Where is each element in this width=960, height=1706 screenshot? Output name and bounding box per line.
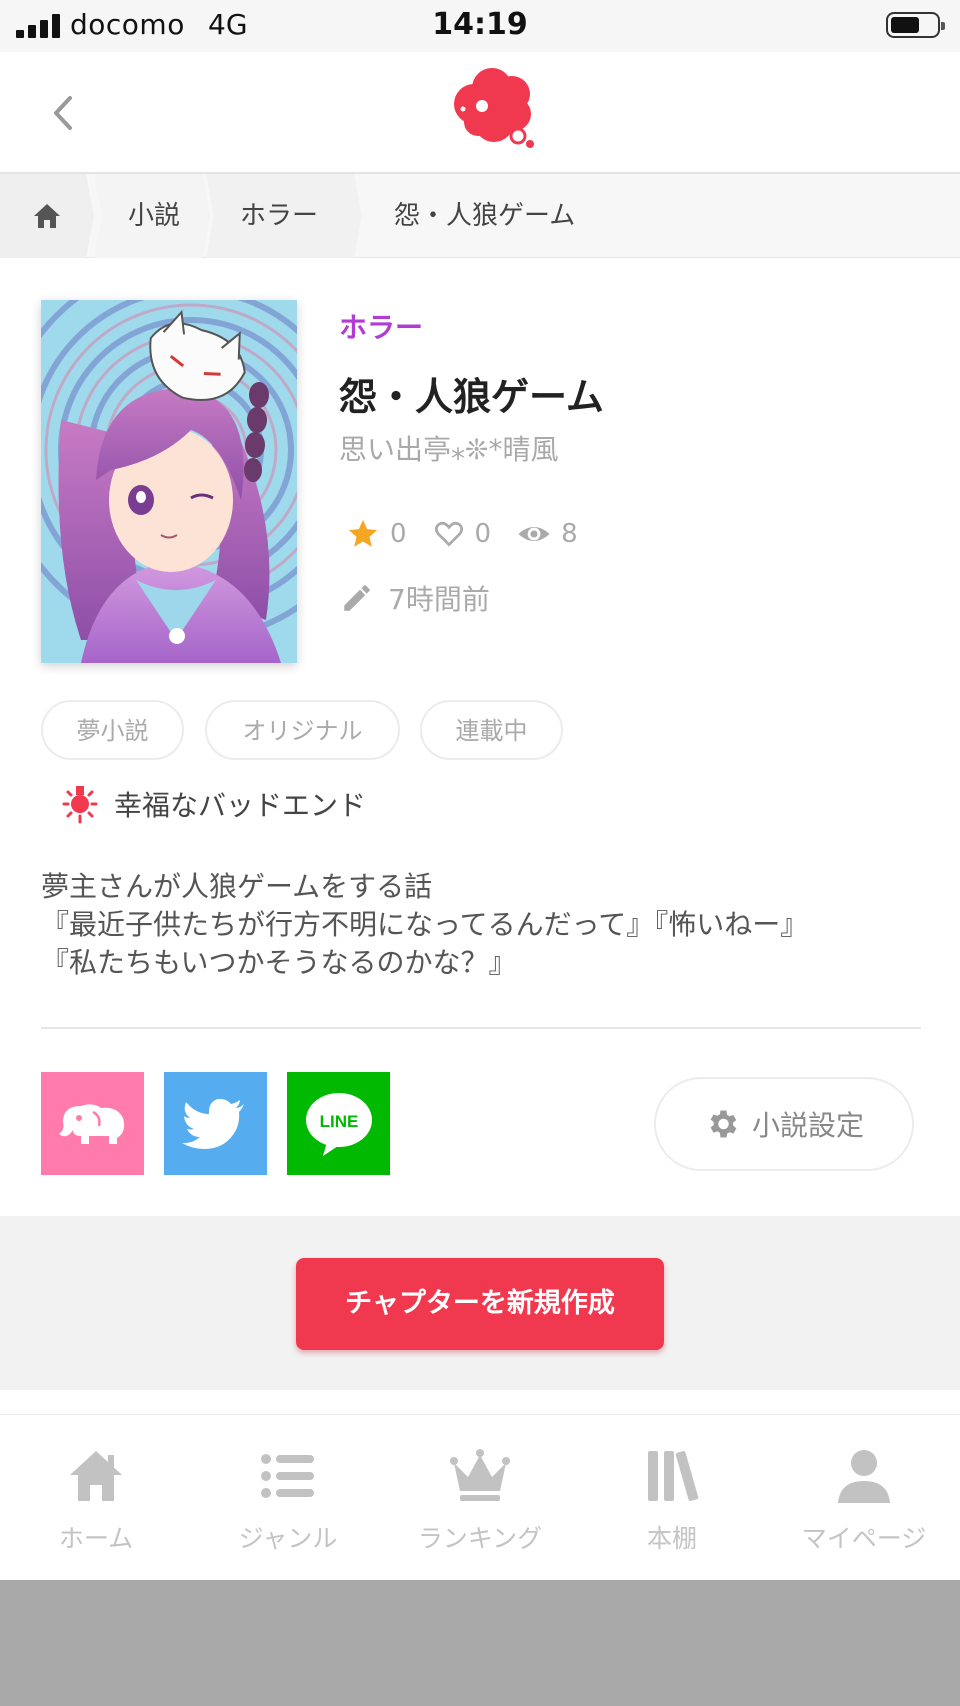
cover-illustration bbox=[41, 300, 297, 663]
novel-description: 夢主さんが人狼ゲームをする話 『最近子供たちが行方不明になってるんだって』『怖い… bbox=[41, 868, 921, 982]
updated-info: 7時間前 bbox=[340, 578, 490, 618]
status-bar: docomo 4G 14:19 bbox=[0, 0, 960, 52]
person-icon bbox=[838, 1450, 890, 1503]
breadcrumb-horror[interactable]: ホラー bbox=[206, 174, 362, 258]
line-label: LINE bbox=[320, 1112, 359, 1131]
tab-bookshelf[interactable]: 本棚 bbox=[576, 1415, 768, 1581]
updated-time: 7時間前 bbox=[388, 583, 490, 616]
back-button[interactable] bbox=[44, 88, 84, 138]
tab-mypage[interactable]: マイページ bbox=[768, 1415, 960, 1581]
status-time: 14:19 bbox=[432, 7, 528, 42]
line-icon: LINE bbox=[306, 1093, 372, 1156]
tab-home-label: ホーム bbox=[58, 1524, 134, 1553]
novel-notice: 幸福なバッドエンド bbox=[60, 784, 366, 824]
back-chevron-icon bbox=[54, 96, 72, 130]
pencil-icon bbox=[344, 585, 370, 611]
like-count: 0 bbox=[474, 519, 492, 549]
home-icon bbox=[70, 1451, 122, 1501]
tag-serializing[interactable]: 連載中 bbox=[420, 700, 563, 760]
description-line: 『最近子供たちが行方不明になってるんだって』『怖いねー』 bbox=[41, 908, 809, 941]
tab-genre-label: ジャンル bbox=[238, 1524, 338, 1553]
breadcrumb-current: 怨・人狼ゲーム bbox=[394, 201, 576, 231]
battery-icon bbox=[886, 12, 945, 38]
breadcrumb-home[interactable] bbox=[0, 174, 94, 258]
tab-ranking[interactable]: ランキング bbox=[384, 1415, 576, 1581]
logo-icon bbox=[454, 68, 534, 148]
tab-ranking-label: ランキング bbox=[417, 1524, 543, 1553]
app-logo[interactable] bbox=[450, 64, 540, 152]
share-line-button[interactable]: LINE bbox=[287, 1072, 390, 1175]
crown-icon bbox=[450, 1449, 510, 1501]
description-line: 『私たちもいつかそうなるのかな？』 bbox=[41, 946, 517, 979]
eye-icon bbox=[518, 526, 550, 542]
gear-icon bbox=[710, 1110, 737, 1138]
home-icon bbox=[34, 204, 60, 228]
tab-bar: ホーム ジャンル ランキング 本棚 マイページ bbox=[0, 1414, 960, 1580]
star-count: 0 bbox=[390, 519, 407, 549]
share-twitter-button[interactable] bbox=[164, 1072, 267, 1175]
novel-genre[interactable]: ホラー bbox=[339, 306, 423, 346]
app-header bbox=[0, 52, 960, 174]
novel-settings-button[interactable]: 小説設定 bbox=[654, 1077, 914, 1171]
tab-home[interactable]: ホーム bbox=[0, 1415, 192, 1581]
view-count: 8 bbox=[561, 519, 578, 549]
tag-dream-novel[interactable]: 夢小説 bbox=[41, 700, 184, 760]
novel-author[interactable]: 思い出亭⁎❊*晴風 bbox=[339, 428, 558, 468]
list-icon bbox=[261, 1454, 314, 1498]
breadcrumb: 小説 ホラー 怨・人狼ゲーム bbox=[0, 174, 960, 258]
novel-cover[interactable] bbox=[41, 300, 297, 663]
notice-text: 幸福なバッドエンド bbox=[114, 789, 367, 822]
tab-bookshelf-label: 本棚 bbox=[646, 1524, 697, 1553]
tag-original[interactable]: オリジナル bbox=[205, 700, 400, 760]
twitter-bird-icon bbox=[182, 1098, 244, 1149]
divider bbox=[41, 1027, 921, 1029]
star-icon bbox=[348, 519, 378, 547]
elephant-icon bbox=[59, 1104, 125, 1144]
novel-stats: 0 0 8 bbox=[346, 514, 604, 554]
settings-label: 小説設定 bbox=[751, 1109, 864, 1142]
description-line: 夢主さんが人狼ゲームをする話 bbox=[41, 870, 433, 903]
lightbulb-icon bbox=[62, 786, 98, 824]
tab-mypage-label: マイページ bbox=[801, 1524, 927, 1553]
bottom-overlay bbox=[0, 1580, 960, 1706]
tab-genre[interactable]: ジャンル bbox=[192, 1415, 384, 1581]
new-chapter-button[interactable]: チャプターを新規作成 bbox=[296, 1258, 664, 1350]
heart-icon bbox=[434, 521, 463, 547]
bookshelf-icon bbox=[648, 1451, 699, 1501]
share-elephant-button[interactable] bbox=[41, 1072, 144, 1175]
breadcrumb-novels[interactable]: 小説 bbox=[94, 174, 210, 258]
novel-title: 怨・人狼ゲーム bbox=[339, 375, 604, 419]
action-area: チャプターを新規作成 bbox=[0, 1216, 960, 1390]
